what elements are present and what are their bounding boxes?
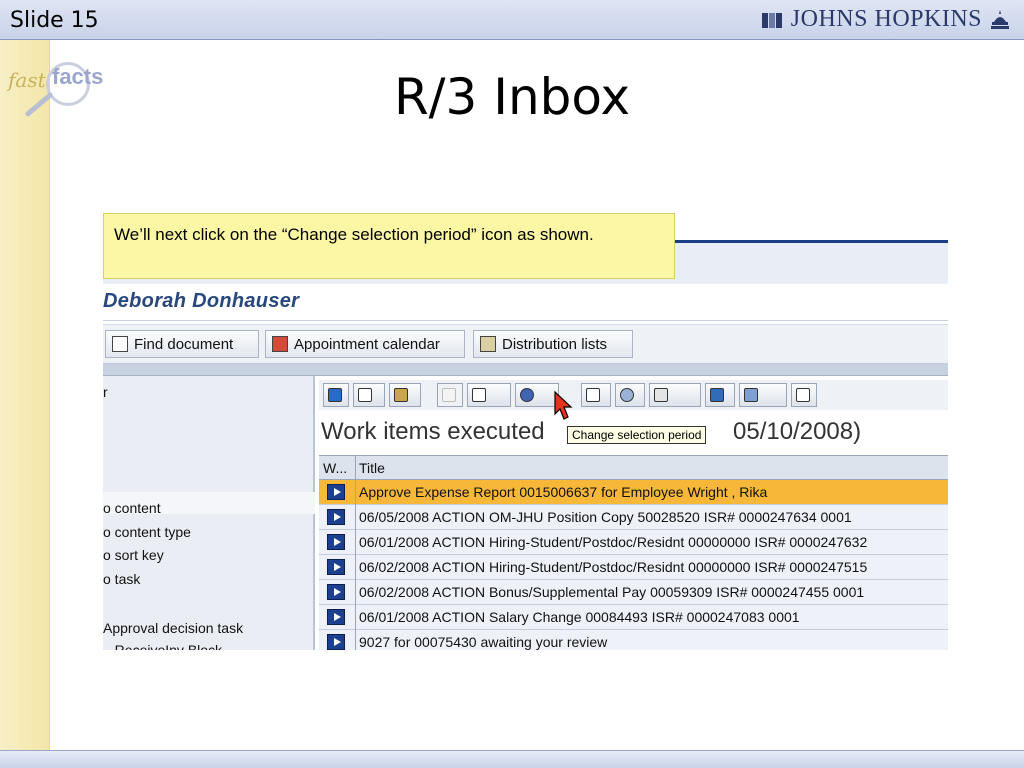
column-header-title[interactable]: Title	[359, 460, 385, 476]
row-title: 06/01/2008 ACTION Hiring-Student/Postdoc…	[359, 534, 868, 550]
panel-item-cut[interactable]: ...ReceiveInv Block	[103, 642, 222, 650]
printer-icon	[586, 388, 600, 402]
panel-item-content[interactable]: o content	[103, 500, 161, 516]
hierarchy-icon	[472, 388, 486, 402]
workitems-title: Work items executed	[321, 418, 545, 445]
table-row[interactable]: 06/02/2008 ACTION Hiring-Student/Postdoc…	[319, 555, 948, 580]
select-row-button[interactable]	[327, 634, 345, 650]
workitems-grid: W... Title Approve Expense Report 001500…	[319, 455, 948, 650]
brand-wordmark: JOHNS HOPKINS	[790, 6, 982, 32]
filter-options-button[interactable]	[739, 383, 787, 407]
appointment-calendar-button[interactable]: Appointment calendar	[265, 330, 465, 358]
filter-button[interactable]	[705, 383, 735, 407]
display-button[interactable]	[353, 383, 385, 407]
inbox-navigation-panel: r o content o content type o sort key o …	[103, 376, 315, 650]
row-title: 06/02/2008 ACTION Bonus/Supplemental Pay…	[359, 584, 865, 600]
select-row-button[interactable]	[327, 559, 345, 575]
row-title: 06/01/2008 ACTION Salary Change 00084493…	[359, 609, 800, 625]
panel-item-sort-key[interactable]: o sort key	[103, 547, 164, 563]
panel-fragment: r	[103, 384, 108, 400]
panel-item-task[interactable]: o task	[103, 571, 140, 587]
distribution-lists-button[interactable]: Distribution lists	[473, 330, 633, 358]
dome-icon	[991, 9, 1009, 29]
table-row[interactable]: 9027 for 00075430 awaiting your review	[319, 630, 948, 650]
slide-number: Slide 15	[10, 8, 99, 33]
table-row[interactable]: 06/05/2008 ACTION OM-JHU Position Copy 5…	[319, 505, 948, 530]
column-separator	[355, 455, 356, 650]
hierarchy-button[interactable]	[467, 383, 511, 407]
select-row-button[interactable]	[327, 609, 345, 625]
table-row[interactable]: 06/01/2008 ACTION Hiring-Student/Postdoc…	[319, 530, 948, 555]
filter-icon	[710, 388, 724, 402]
glasses-icon	[358, 388, 372, 402]
slide-footer-bar	[0, 750, 1024, 768]
find-document-button[interactable]: Find document	[105, 330, 259, 358]
filter-options-icon	[744, 388, 758, 402]
slide-header-bar: Slide 15 JOHNS HOPKINS	[0, 0, 1024, 40]
binoculars-icon	[112, 336, 128, 352]
clock-icon	[520, 388, 534, 402]
change-selection-period-tooltip: Change selection period	[567, 426, 707, 444]
calendar-icon	[272, 336, 288, 352]
print-button[interactable]	[581, 383, 611, 407]
column-header-w[interactable]: W...	[323, 460, 347, 476]
row-title: 06/02/2008 ACTION Hiring-Student/Postdoc…	[359, 559, 868, 575]
table-row[interactable]: 06/01/2008 ACTION Salary Change 00084493…	[319, 605, 948, 630]
layout-icon	[654, 388, 668, 402]
execute-icon	[394, 388, 408, 402]
slide-title: R/3 Inbox	[393, 68, 631, 126]
distribution-list-icon	[480, 336, 496, 352]
user-name: Deborah Donhauser	[103, 290, 300, 312]
document-icon	[442, 388, 456, 402]
select-row-button[interactable]	[327, 509, 345, 525]
blue-stripe	[103, 364, 948, 376]
hopkins-shield-icon	[761, 12, 782, 28]
grid-header: W... Title	[319, 455, 948, 480]
sap-inbox-screenshot: Deborah Donhauser Find document Appointm…	[103, 240, 948, 650]
instruction-callout: We’ll next click on the “Change selectio…	[103, 213, 675, 279]
search-button[interactable]	[615, 383, 645, 407]
workitem-toolbar	[319, 380, 948, 410]
refresh-button[interactable]	[323, 383, 349, 407]
button-label: Find document	[134, 335, 234, 353]
johns-hopkins-brand: JOHNS HOPKINS	[761, 6, 1010, 33]
select-row-button[interactable]	[327, 584, 345, 600]
find-button[interactable]	[791, 383, 817, 407]
panel-item-approval-decision-task[interactable]: Approval decision task	[103, 620, 243, 636]
application-toolbar: Find document Appointment calendar Distr…	[103, 324, 948, 364]
execute-button[interactable]	[389, 383, 421, 407]
mouse-cursor-icon	[554, 390, 573, 420]
layout-button[interactable]	[649, 383, 701, 407]
search-icon	[620, 388, 634, 402]
panel-item-content-type[interactable]: o content type	[103, 524, 191, 540]
binoculars-icon	[796, 388, 810, 402]
refresh-icon	[328, 388, 342, 402]
button-label: Appointment calendar	[294, 335, 440, 353]
table-row[interactable]: 06/02/2008 ACTION Bonus/Supplemental Pay…	[319, 580, 948, 605]
select-row-button[interactable]	[327, 534, 345, 550]
button-label: Distribution lists	[502, 335, 608, 353]
select-row-button[interactable]	[327, 484, 345, 500]
left-decorative-bar	[0, 40, 50, 768]
table-row[interactable]: Approve Expense Report 0015006637 for Em…	[319, 480, 948, 505]
workitems-date: 05/10/2008)	[733, 418, 862, 445]
row-title: Approve Expense Report 0015006637 for Em…	[359, 484, 768, 500]
row-title: 06/05/2008 ACTION OM-JHU Position Copy 5…	[359, 509, 852, 525]
disabled-button[interactable]	[437, 383, 463, 407]
row-title: 9027 for 00075430 awaiting your review	[359, 634, 608, 650]
